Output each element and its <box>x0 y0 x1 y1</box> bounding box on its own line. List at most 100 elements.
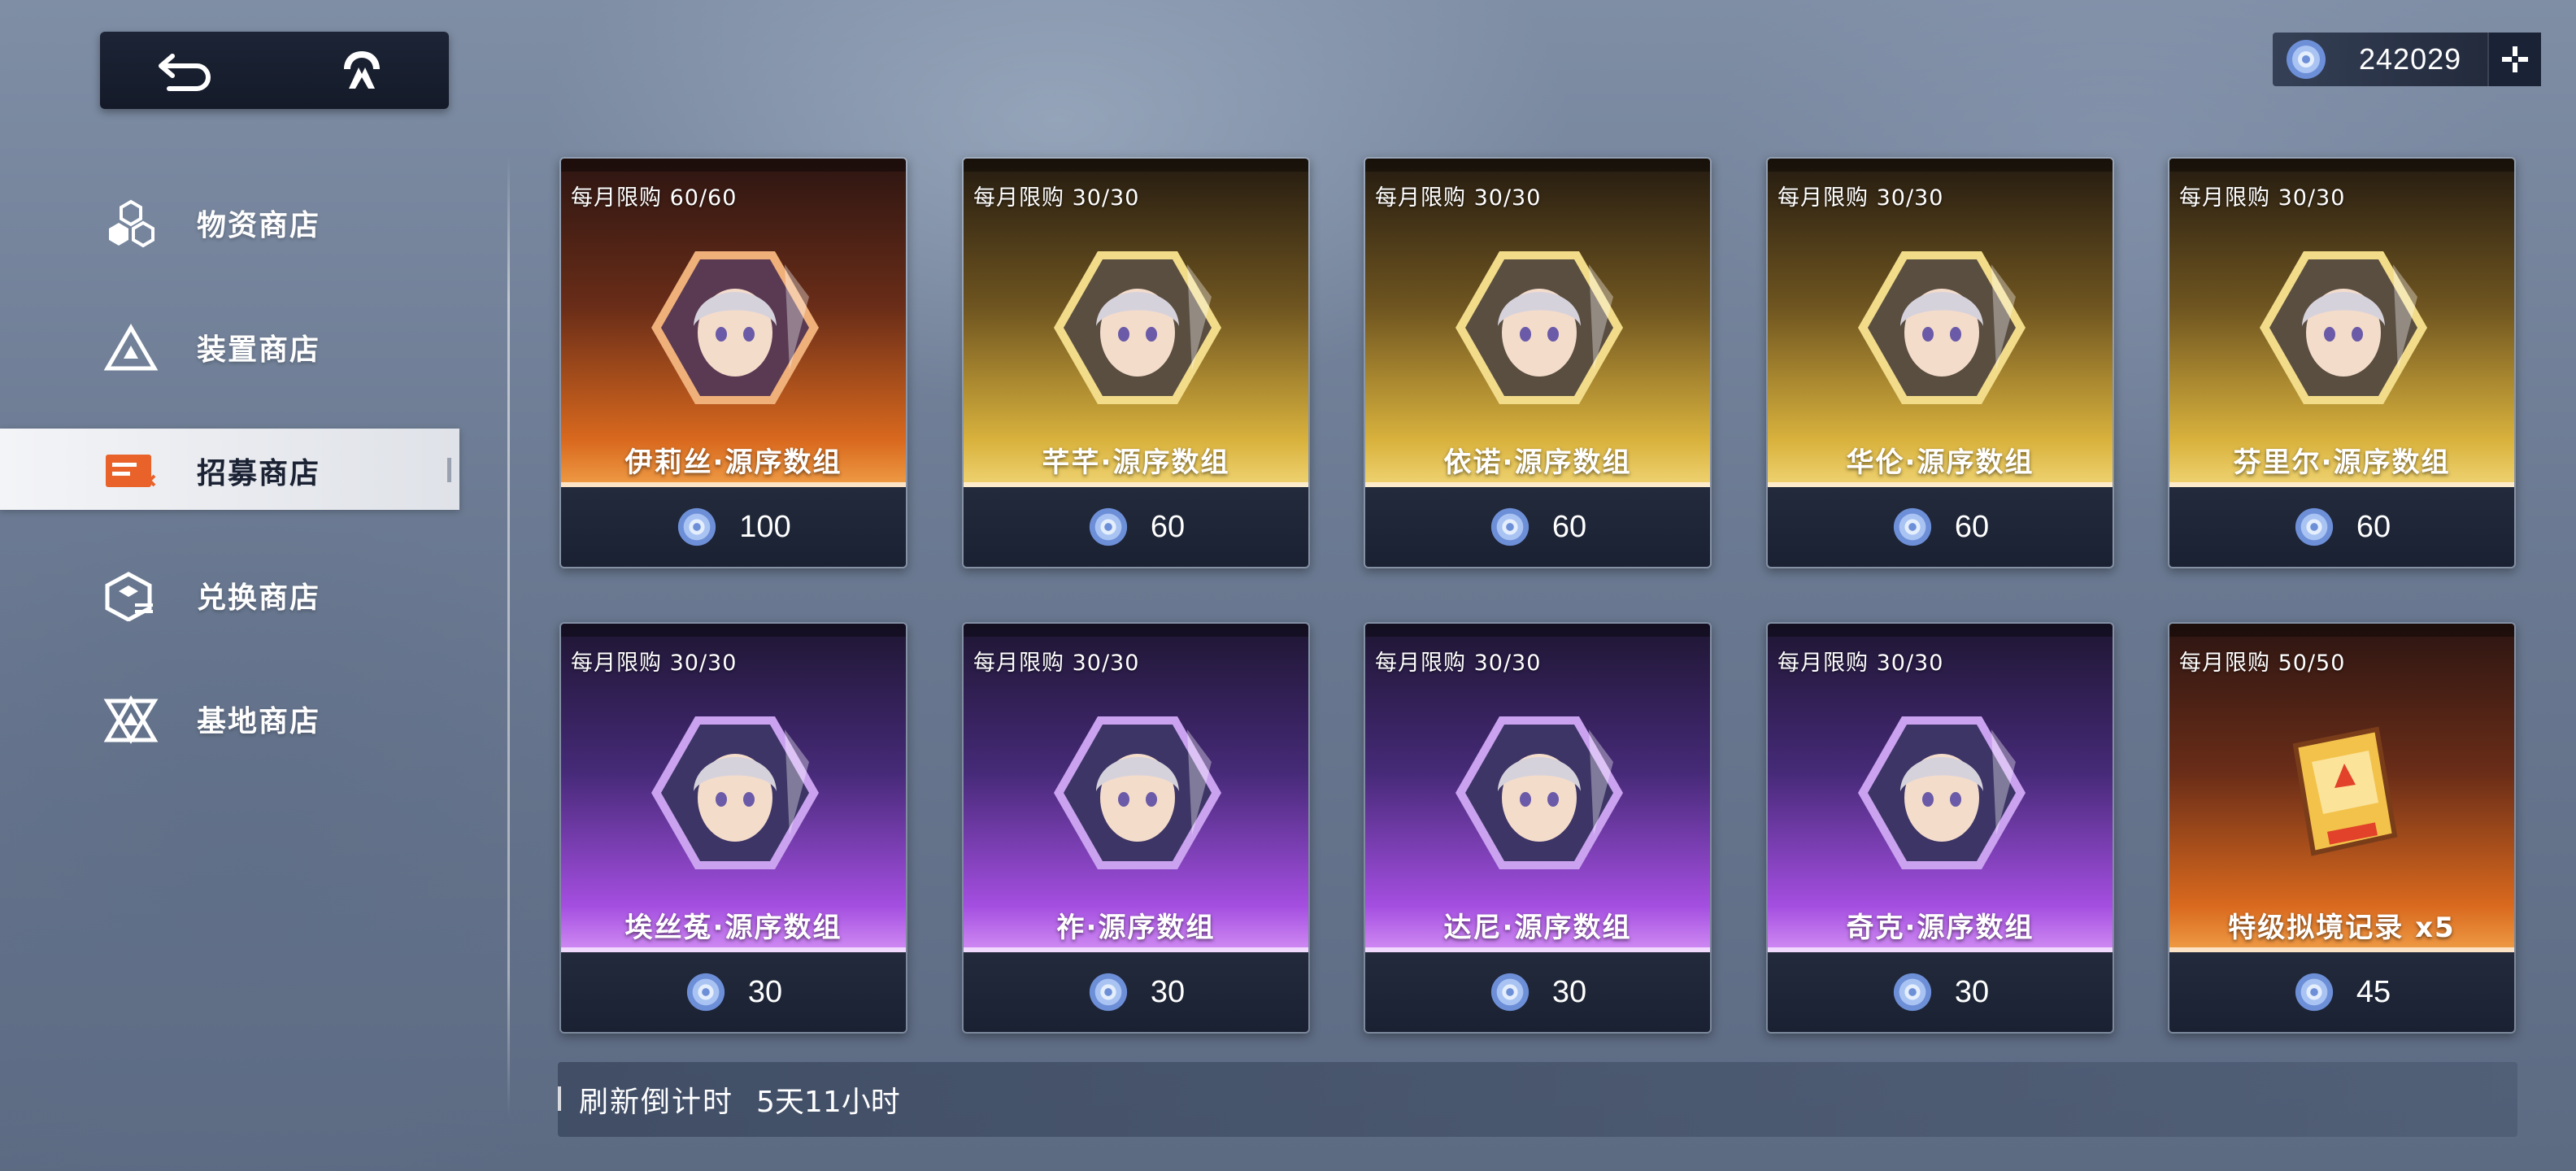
character-portrait-icon <box>1054 251 1221 404</box>
card-artwork: 每月限购 30/30 依诺·源序数组 <box>1365 159 1710 490</box>
shop-card[interactable]: 每月限购 30/30 依诺·源序数组 60 <box>1364 157 1712 568</box>
character-portrait-icon <box>651 251 819 404</box>
item-name: 埃丝菟·源序数组 <box>624 912 842 944</box>
home-button[interactable] <box>275 32 450 109</box>
item-name: 奇克·源序数组 <box>1846 912 2034 944</box>
price-bar: 30 <box>964 952 1308 1032</box>
item-name: 特级拟境记录 x5 <box>2228 912 2456 944</box>
base-emblem-icon <box>103 695 159 744</box>
refresh-countdown-bar: 刷新倒计时 5天11小时 <box>558 1062 2517 1137</box>
card-stripe <box>1768 159 2113 172</box>
price-bar: 60 <box>964 487 1308 567</box>
purchase-limit: 每月限购 30/30 <box>973 185 1140 211</box>
item-price: 45 <box>2356 974 2391 1009</box>
sidebar-item-base-shop[interactable]: 基地商店 <box>0 677 459 758</box>
item-price: 60 <box>1551 509 1587 544</box>
item-name: 依诺·源序数组 <box>1443 446 1632 479</box>
card-artwork: 每月限购 30/30 达尼·源序数组 <box>1365 624 1710 956</box>
refresh-label: 刷新倒计时 <box>579 1086 734 1119</box>
refresh-accent <box>558 1086 561 1111</box>
sidebar-item-label: 兑换商店 <box>197 581 321 615</box>
card-artwork: 每月限购 30/30 华伦·源序数组 <box>1768 159 2113 490</box>
card-artwork: 每月限购 50/50 特级拟境记录 x5 <box>2169 624 2514 956</box>
character-portrait-icon <box>1456 251 1623 404</box>
back-button[interactable] <box>100 32 275 109</box>
purchase-limit: 每月限购 50/50 <box>2179 651 2346 676</box>
shop-card[interactable]: 每月限购 60/60 伊莉丝·源序数组 100 <box>559 157 907 568</box>
price-bar: 60 <box>1768 487 2113 567</box>
card-stripe <box>561 624 906 637</box>
item-price: 30 <box>1150 974 1186 1009</box>
item-price: 30 <box>1954 974 1990 1009</box>
purchase-limit: 每月限购 30/30 <box>571 651 738 676</box>
sidebar-item-label: 装置商店 <box>197 333 321 367</box>
plus-icon <box>2502 46 2528 72</box>
back-arrow-icon <box>159 53 211 91</box>
shop-card[interactable]: 每月限购 30/30 华伦·源序数组 60 <box>1766 157 2114 568</box>
item-price: 60 <box>2356 509 2391 544</box>
card-stripe <box>1768 624 2113 637</box>
price-bar: 30 <box>1768 952 2113 1032</box>
sidebar-item-label: 招募商店 <box>197 457 321 490</box>
crystal-coin-icon <box>2295 973 2333 1012</box>
purchase-limit: 每月限购 30/30 <box>2179 185 2346 211</box>
card-artwork: 每月限购 30/30 奇克·源序数组 <box>1768 624 2113 956</box>
add-currency-button[interactable] <box>2487 33 2541 86</box>
item-price: 30 <box>1551 974 1587 1009</box>
purchase-limit: 每月限购 30/30 <box>1778 651 1944 676</box>
sidebar-item-label: 基地商店 <box>197 705 321 738</box>
crystal-coin-icon <box>678 507 716 546</box>
card-artwork: 每月限购 30/30 芬里尔·源序数组 <box>2169 159 2514 490</box>
recruit-ticket-icon <box>106 455 156 487</box>
sidebar-item-exchange-shop[interactable]: 兑换商店 <box>0 553 459 634</box>
crystal-coin-icon <box>2295 507 2333 546</box>
item-name: 华伦·源序数组 <box>1846 446 2034 479</box>
price-bar: 100 <box>561 487 906 567</box>
card-artwork: 每月限购 60/60 伊莉丝·源序数组 <box>561 159 906 490</box>
crystal-coin-icon <box>2281 34 2331 85</box>
price-bar: 30 <box>561 952 906 1032</box>
price-bar: 60 <box>1365 487 1710 567</box>
card-stripe <box>2169 159 2514 172</box>
item-price: 30 <box>747 974 783 1009</box>
card-artwork: 每月限购 30/30 祚·源序数组 <box>964 624 1308 956</box>
sidebar-item-supply-shop[interactable]: 物资商店 <box>0 181 459 262</box>
card-stripe <box>964 624 1308 637</box>
crystal-coin-icon <box>686 973 724 1012</box>
price-bar: 30 <box>1365 952 1710 1032</box>
card-stripe <box>561 159 906 172</box>
item-price: 100 <box>739 509 791 544</box>
currency-amount: 242029 <box>2359 42 2462 76</box>
sidebar-divider <box>507 156 510 1118</box>
shop-card[interactable]: 每月限购 30/30 祚·源序数组 30 <box>962 622 1310 1034</box>
card-stripe <box>1365 624 1710 637</box>
active-marker <box>447 458 451 482</box>
item-price: 60 <box>1954 509 1990 544</box>
shop-card[interactable]: 每月限购 30/30 达尼·源序数组 30 <box>1364 622 1712 1034</box>
shop-card[interactable]: 每月限购 30/30 奇克·源序数组 30 <box>1766 622 2114 1034</box>
character-portrait-icon <box>1456 716 1623 869</box>
price-bar: 45 <box>2169 952 2514 1032</box>
shop-card[interactable]: 每月限购 30/30 芬里尔·源序数组 60 <box>2168 157 2516 568</box>
sidebar-item-device-shop[interactable]: 装置商店 <box>0 305 459 386</box>
sidebar-item-recruit-shop[interactable]: 招募商店 <box>0 429 459 510</box>
item-price: 60 <box>1150 509 1186 544</box>
item-name: 祚·源序数组 <box>1056 912 1216 944</box>
item-name: 达尼·源序数组 <box>1443 912 1632 944</box>
card-artwork: 每月限购 30/30 芊芊·源序数组 <box>964 159 1308 490</box>
crystal-coin-icon <box>1893 507 1931 546</box>
purchase-limit: 每月限购 30/30 <box>1778 185 1944 211</box>
crystal-coin-icon <box>1089 973 1127 1012</box>
device-triangle-icon <box>103 324 159 371</box>
character-portrait-icon <box>1054 716 1221 869</box>
shop-card[interactable]: 每月限购 30/30 埃丝菟·源序数组 30 <box>559 622 907 1034</box>
shop-card[interactable]: 每月限购 50/50 特级拟境记录 x5 45 <box>2168 622 2516 1034</box>
exchange-cube-icon <box>105 572 153 621</box>
item-name: 芬里尔·源序数组 <box>2233 446 2451 479</box>
crystal-coin-icon <box>1490 507 1529 546</box>
shop-card[interactable]: 每月限购 30/30 芊芊·源序数组 60 <box>962 157 1310 568</box>
crystal-coin-icon <box>1490 973 1529 1012</box>
purchase-limit: 每月限购 30/30 <box>1375 185 1542 211</box>
currency-display: 242029 <box>2273 33 2541 86</box>
crystal-coin-icon <box>1893 973 1931 1012</box>
